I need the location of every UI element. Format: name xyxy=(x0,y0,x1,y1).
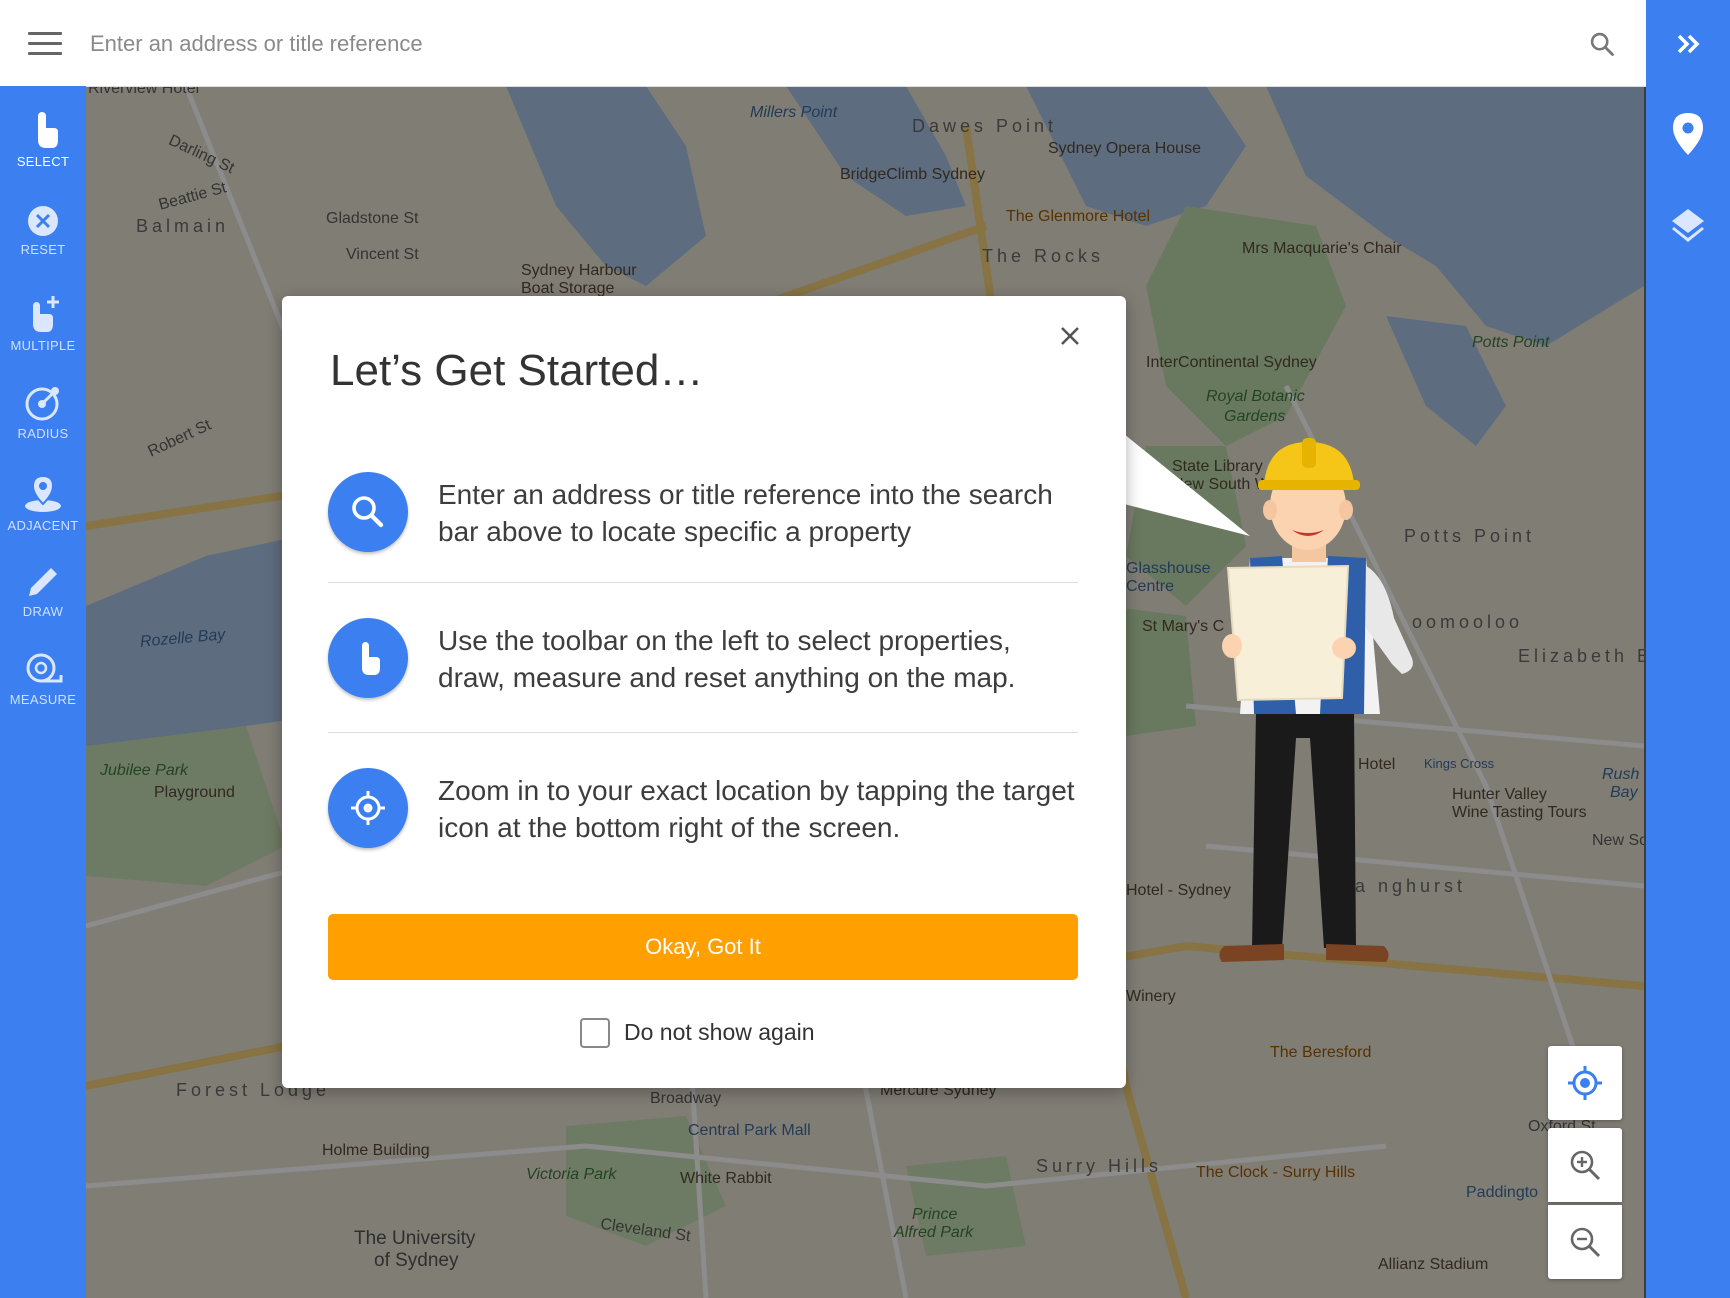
tool-measure[interactable]: MEASURE xyxy=(0,650,86,730)
step-text: Enter an address or title reference into… xyxy=(438,479,1053,547)
zoom-in-button[interactable] xyxy=(1548,1128,1622,1202)
step-toolbar: Use the toolbar on the left to select pr… xyxy=(328,618,1078,708)
close-icon[interactable] xyxy=(1052,318,1088,354)
checkbox[interactable] xyxy=(580,1018,610,1048)
tool-multiple[interactable]: MULTIPLE xyxy=(0,294,86,374)
location-button[interactable] xyxy=(1646,112,1730,161)
step-icon-circle xyxy=(328,768,408,848)
tool-reset[interactable]: RESET xyxy=(0,204,86,284)
search-icon xyxy=(352,496,384,528)
double-chevron-right-icon xyxy=(1677,34,1700,54)
okay-got-it-button[interactable]: Okay, Got It xyxy=(328,914,1078,980)
step-text: Zoom in to your exact location by tappin… xyxy=(438,775,1075,843)
step-icon-circle xyxy=(328,618,408,698)
app-window: Riverview Hotel Millers Point Dawes Poin… xyxy=(0,0,1730,1298)
tool-draw[interactable]: DRAW xyxy=(0,564,86,644)
tool-radius[interactable]: RADIUS xyxy=(0,384,86,464)
tool-label: MEASURE xyxy=(9,692,77,707)
tool-label: DRAW xyxy=(22,604,64,619)
tool-adjacent[interactable]: ADJACENT xyxy=(0,474,86,554)
radius-icon xyxy=(25,387,59,421)
right-panel xyxy=(1646,0,1730,1298)
step-icon-circle xyxy=(328,472,408,552)
search-input[interactable] xyxy=(88,22,1572,66)
reset-icon xyxy=(28,206,58,236)
location-pin-icon xyxy=(1673,113,1703,155)
expand-panel-button[interactable] xyxy=(1646,28,1730,65)
search-bar xyxy=(0,0,1646,87)
divider xyxy=(328,732,1078,733)
builder-character-illustration xyxy=(1219,438,1413,962)
menu-icon[interactable] xyxy=(28,32,62,56)
adjacent-pin-icon xyxy=(25,474,61,512)
measure-icon xyxy=(26,653,63,683)
tool-label: RADIUS xyxy=(17,426,69,441)
left-toolbar: SELECT RESET MULTIPLE RADIUS ADJACENT DR… xyxy=(0,86,86,1298)
locate-me-button[interactable] xyxy=(1548,1046,1622,1120)
tool-label: MULTIPLE xyxy=(10,338,76,353)
step-zoom: Zoom in to your exact location by tappin… xyxy=(328,768,1078,858)
onboarding-dialog: Let’s Get Started… Enter an address or t… xyxy=(282,296,1126,1088)
target-icon xyxy=(1568,1066,1602,1100)
tool-label: ADJACENT xyxy=(7,518,79,533)
step-text: Use the toolbar on the left to select pr… xyxy=(438,625,1016,693)
step-search: Enter an address or title reference into… xyxy=(328,472,1078,562)
dialog-title: Let’s Get Started… xyxy=(330,346,704,395)
search-icon[interactable] xyxy=(1588,30,1616,58)
layers-button[interactable] xyxy=(1646,206,1730,249)
touch-icon xyxy=(362,642,380,675)
zoom-out-icon xyxy=(1570,1227,1601,1258)
zoom-in-icon xyxy=(1570,1150,1601,1181)
tool-label: SELECT xyxy=(16,154,70,169)
layers-icon xyxy=(1672,209,1704,242)
target-icon xyxy=(351,791,385,825)
divider xyxy=(328,582,1078,583)
tool-label: RESET xyxy=(20,242,66,257)
multiple-touch-icon xyxy=(33,296,59,332)
zoom-out-button[interactable] xyxy=(1548,1205,1622,1279)
pencil-icon xyxy=(29,568,57,596)
tool-select[interactable]: SELECT xyxy=(0,110,86,190)
checkbox-label: Do not show again xyxy=(624,1019,815,1045)
touch-icon xyxy=(38,112,58,148)
